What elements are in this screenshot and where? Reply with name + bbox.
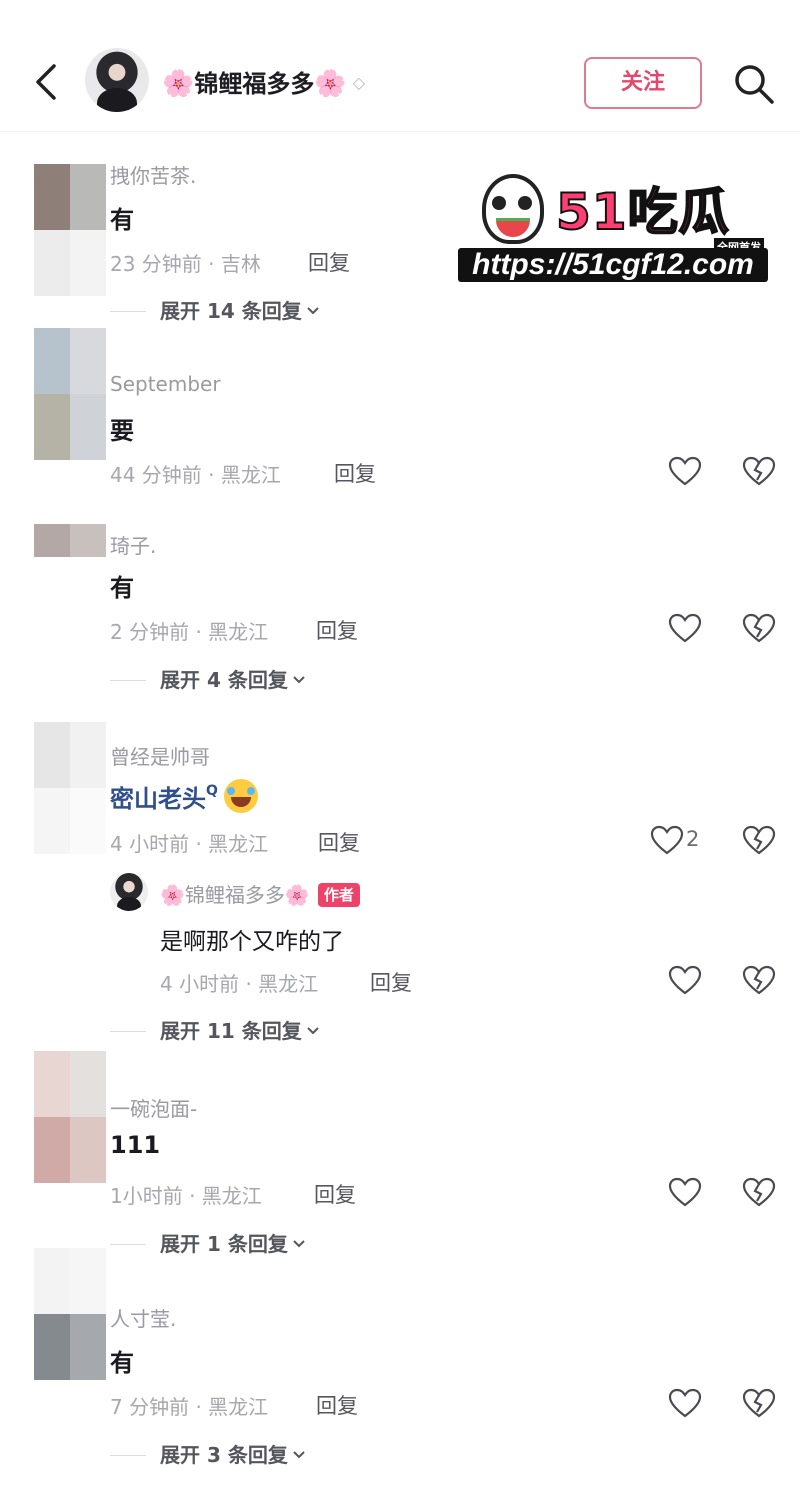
expand-replies-label: 展开 11 条回复 bbox=[160, 1019, 302, 1043]
comment-time: 7 分钟前 · 黑龙江 bbox=[110, 1395, 269, 1419]
watermark-url: https://51cgf12.com bbox=[458, 248, 768, 282]
commenter-name[interactable]: 拽你苦茶. bbox=[110, 160, 196, 189]
reply-button[interactable]: 回复 bbox=[316, 615, 358, 645]
expand-replies[interactable]: 展开 11 条回复 bbox=[110, 1015, 320, 1043]
divider bbox=[110, 1455, 146, 1456]
comment-time: 44 分钟前 · 黑龙江 bbox=[110, 463, 281, 487]
comment-time: 1小时前 · 黑龙江 bbox=[110, 1184, 262, 1208]
divider bbox=[110, 311, 146, 312]
commenter-name[interactable]: 琦子. bbox=[110, 530, 156, 559]
flower-icon: 🌸 bbox=[284, 883, 310, 907]
heart-icon[interactable] bbox=[668, 456, 702, 486]
heart-icon[interactable] bbox=[650, 825, 684, 855]
expand-replies-label: 展开 1 条回复 bbox=[160, 1232, 288, 1256]
author-badge: 作者 bbox=[317, 883, 360, 907]
heart-icon[interactable] bbox=[668, 613, 702, 643]
heart-icon[interactable] bbox=[668, 965, 702, 995]
watermark: 51吃瓜 全网首发 https://51cgf12.com bbox=[456, 170, 772, 284]
avatar[interactable] bbox=[34, 1051, 106, 1183]
author-name-text: 锦鲤福多多 bbox=[194, 70, 315, 98]
expand-replies-label: 展开 3 条回复 bbox=[160, 1443, 288, 1467]
comment-time: 4 小时前 · 黑龙江 bbox=[110, 832, 269, 856]
avatar[interactable] bbox=[34, 328, 106, 460]
divider bbox=[110, 1244, 146, 1245]
avatar[interactable] bbox=[34, 1248, 106, 1380]
author-reply-avatar[interactable] bbox=[110, 873, 148, 911]
mention-link[interactable]: 密山老头 bbox=[110, 785, 206, 813]
diamond-icon: ◇ bbox=[352, 73, 366, 92]
expand-replies[interactable]: 展开 3 条回复 bbox=[110, 1439, 306, 1467]
broken-heart-icon[interactable] bbox=[742, 1388, 776, 1418]
author-reply-time: 4 小时前 · 黑龙江 bbox=[160, 972, 319, 996]
watermark-brand: 51吃瓜 bbox=[555, 183, 730, 241]
top-bar: 🌸锦鲤福多多🌸 ◇ 关注 bbox=[0, 0, 800, 132]
heart-icon[interactable] bbox=[668, 1388, 702, 1418]
avatar[interactable] bbox=[34, 524, 106, 590]
search-mini-icon: Q bbox=[206, 783, 218, 799]
broken-heart-icon[interactable] bbox=[742, 965, 776, 995]
comment-time: 23 分钟前 · 吉林 bbox=[110, 252, 261, 276]
author-name[interactable]: 🌸锦鲤福多多🌸 ◇ bbox=[162, 64, 365, 99]
panda-mascot-icon bbox=[482, 174, 544, 244]
chevron-down-icon bbox=[307, 1027, 319, 1035]
comment-text: 111 bbox=[110, 1131, 161, 1159]
broken-heart-icon[interactable] bbox=[742, 1177, 776, 1207]
expand-replies-label: 展开 4 条回复 bbox=[160, 668, 288, 692]
comment-text: 有 bbox=[110, 1349, 134, 1377]
broken-heart-icon[interactable] bbox=[742, 825, 776, 855]
expand-replies-label: 展开 14 条回复 bbox=[160, 299, 302, 323]
commenter-name[interactable]: 曾经是帅哥 bbox=[110, 741, 210, 770]
flower-icon: 🌸 bbox=[162, 69, 195, 99]
broken-heart-icon[interactable] bbox=[742, 613, 776, 643]
search-icon[interactable] bbox=[732, 62, 776, 106]
expand-replies[interactable]: 展开 14 条回复 bbox=[110, 295, 320, 323]
comment-time: 2 分钟前 · 黑龙江 bbox=[110, 620, 269, 644]
chevron-left-icon[interactable] bbox=[28, 62, 64, 102]
broken-heart-icon[interactable] bbox=[742, 456, 776, 486]
author-avatar[interactable] bbox=[85, 48, 149, 112]
comment-text: 有 bbox=[110, 206, 134, 234]
commenter-name[interactable]: September bbox=[110, 372, 221, 396]
reply-button[interactable]: 回复 bbox=[334, 458, 376, 488]
reply-button[interactable]: 回复 bbox=[316, 1390, 358, 1420]
expand-replies[interactable]: 展开 1 条回复 bbox=[110, 1228, 306, 1256]
commenter-name[interactable]: 人寸莹. bbox=[110, 1303, 176, 1332]
author-reply-name[interactable]: 🌸锦鲤福多多🌸 作者 bbox=[160, 879, 360, 908]
reply-button[interactable]: 回复 bbox=[370, 967, 412, 997]
reply-button[interactable]: 回复 bbox=[314, 1179, 356, 1209]
comment-text: 有 bbox=[110, 574, 134, 602]
chevron-down-icon bbox=[293, 676, 305, 684]
chevron-down-icon bbox=[293, 1451, 305, 1459]
expand-replies[interactable]: 展开 4 条回复 bbox=[110, 664, 306, 692]
avatar[interactable] bbox=[34, 722, 106, 854]
chevron-down-icon bbox=[307, 307, 319, 315]
author-reply-text: 是啊那个又咋的了 bbox=[160, 929, 344, 955]
laughing-emoji-icon bbox=[223, 779, 258, 813]
chevron-down-icon bbox=[293, 1240, 305, 1248]
like-count: 2 bbox=[686, 827, 700, 851]
divider bbox=[110, 680, 146, 681]
comment-text: 密山老头Q bbox=[110, 779, 258, 814]
heart-icon[interactable] bbox=[668, 1177, 702, 1207]
flower-icon: 🌸 bbox=[314, 69, 347, 99]
reply-button[interactable]: 回复 bbox=[308, 247, 350, 277]
reply-button[interactable]: 回复 bbox=[318, 827, 360, 857]
avatar[interactable] bbox=[34, 164, 106, 296]
author-reply-name-text: 锦鲤福多多 bbox=[184, 883, 285, 907]
commenter-name[interactable]: 一碗泡面- bbox=[110, 1093, 197, 1122]
flower-icon: 🌸 bbox=[160, 883, 185, 907]
divider bbox=[110, 1031, 146, 1032]
follow-button[interactable]: 关注 bbox=[584, 57, 702, 109]
comment-text: 要 bbox=[110, 417, 134, 445]
